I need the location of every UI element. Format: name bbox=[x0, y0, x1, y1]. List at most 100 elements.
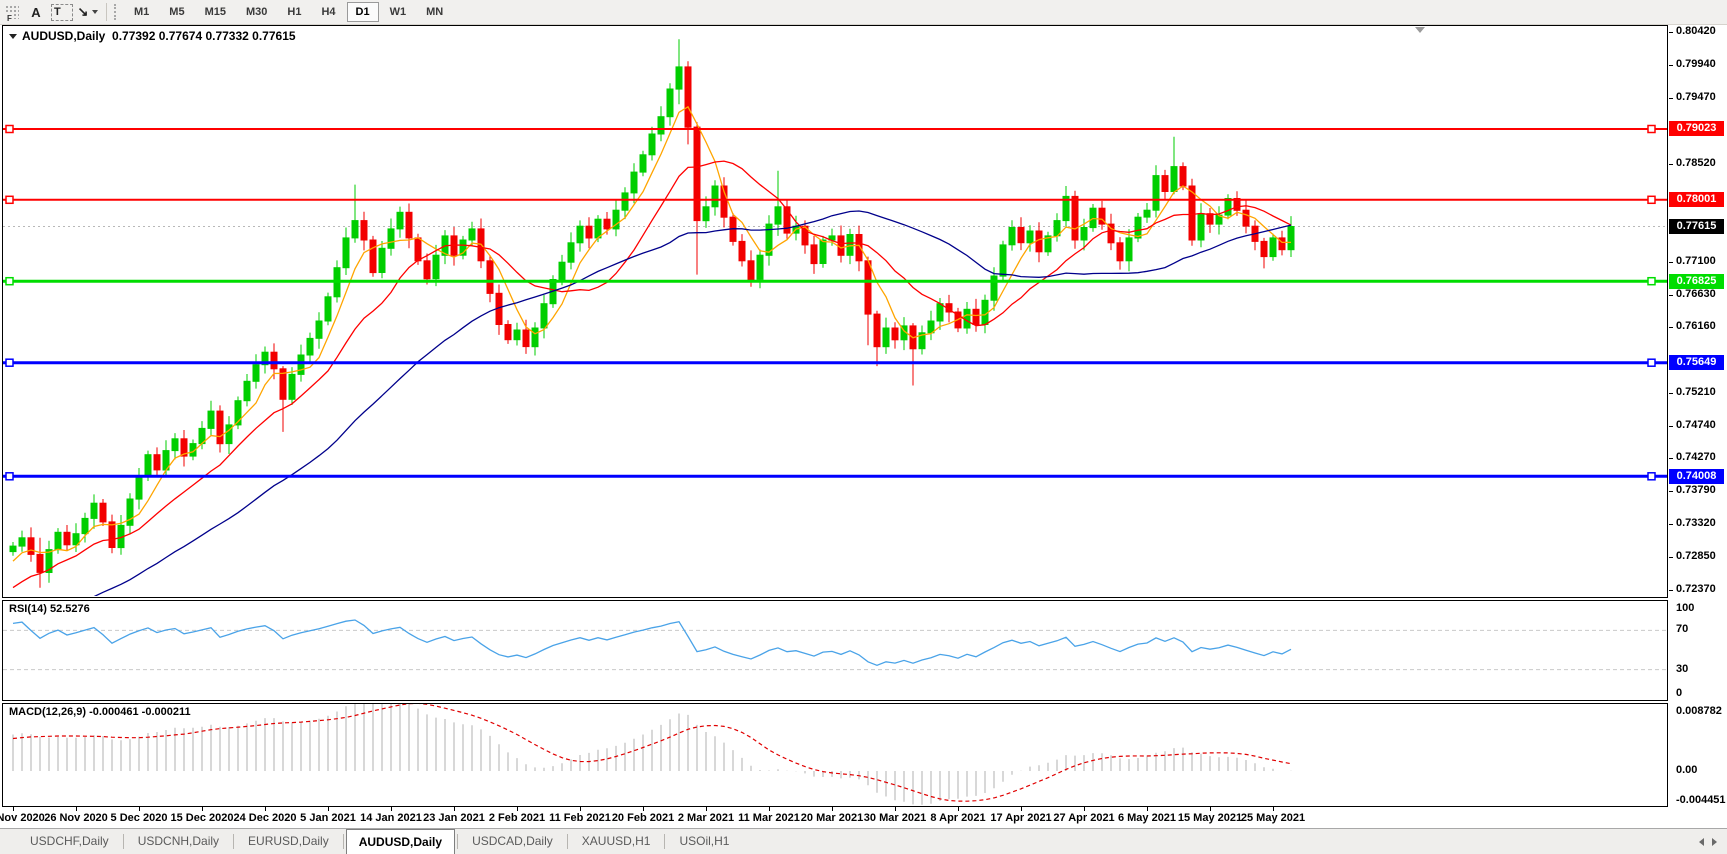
date-label: 15 May 2021 bbox=[1178, 812, 1242, 824]
date-tick-mark bbox=[1147, 807, 1148, 811]
tab-divider bbox=[457, 834, 458, 849]
macd-panel[interactable]: MACD(12,26,9) -0.000461 -0.000211 bbox=[2, 703, 1668, 807]
macd-axis-label: 0.008782 bbox=[1676, 705, 1722, 717]
axis-tick-label: 0.76160 bbox=[1676, 320, 1716, 332]
macd-label: MACD(12,26,9) -0.000461 -0.000211 bbox=[9, 706, 191, 718]
chart-tab-usdcnh[interactable]: USDCNH,Daily bbox=[126, 829, 231, 854]
axis-tick-mark bbox=[1669, 98, 1673, 99]
axis-tick-mark bbox=[1669, 65, 1673, 66]
axis-tick-label: 0.74740 bbox=[1676, 419, 1716, 431]
axis-tick-mark bbox=[1669, 426, 1673, 427]
tabs-scroll-right-icon[interactable] bbox=[1712, 838, 1717, 846]
axis-tick-mark bbox=[1669, 557, 1673, 558]
date-label: 30 Mar 2021 bbox=[864, 812, 926, 824]
macd-chart[interactable] bbox=[3, 704, 1667, 805]
date-tick-mark bbox=[832, 807, 833, 811]
toolbar: FAT↘ M1M5M15M30H1H4D1W1MN bbox=[0, 0, 1727, 25]
dropdown-caret-icon[interactable] bbox=[92, 10, 98, 14]
chart-ohlc-values: 0.77392 0.77674 0.77332 0.77615 bbox=[112, 29, 296, 43]
date-label: 26 Nov 2020 bbox=[44, 812, 108, 824]
arrow-objects-icon[interactable]: ↘ bbox=[76, 2, 100, 22]
timeframe-button-d1[interactable]: D1 bbox=[347, 2, 379, 22]
axis-tick-label: 0.72850 bbox=[1676, 550, 1716, 562]
axis-tick-label: 0.74270 bbox=[1676, 451, 1716, 463]
axis-tick-mark bbox=[1669, 164, 1673, 165]
date-label: 5 Dec 2020 bbox=[111, 812, 168, 824]
rsi-panel[interactable]: RSI(14) 52.5276 bbox=[2, 600, 1668, 701]
text-label-icon[interactable]: T bbox=[50, 2, 74, 22]
date-label: 17 Apr 2021 bbox=[990, 812, 1051, 824]
chart-tab-usdcad[interactable]: USDCAD,Daily bbox=[460, 829, 565, 854]
axis-tick-label: 0.73790 bbox=[1676, 484, 1716, 496]
date-label: 24 Dec 2020 bbox=[234, 812, 297, 824]
rsi-chart[interactable] bbox=[3, 601, 1667, 699]
date-tick-mark bbox=[202, 807, 203, 811]
date-label: 20 Feb 2021 bbox=[612, 812, 674, 824]
timeframe-button-h1[interactable]: H1 bbox=[278, 2, 310, 22]
chart-title: AUDUSD,Daily 0.77392 0.77674 0.77332 0.7… bbox=[9, 29, 296, 43]
axis-tick-label: 0.77100 bbox=[1676, 255, 1716, 267]
date-label: 17 Nov 2020 bbox=[0, 812, 45, 824]
axis-tick-label: 0.79470 bbox=[1676, 91, 1716, 103]
date-tick-mark bbox=[1021, 807, 1022, 811]
price-axis[interactable]: 0.804200.799400.794700.785200.771000.766… bbox=[1669, 25, 1727, 807]
date-label: 11 Feb 2021 bbox=[549, 812, 611, 824]
timeframe-button-m30[interactable]: M30 bbox=[237, 2, 276, 22]
text-icon[interactable]: A bbox=[24, 2, 48, 22]
chart-tab-usdchf[interactable]: USDCHF,Daily bbox=[18, 829, 121, 854]
axis-tick-label: 0.75210 bbox=[1676, 386, 1716, 398]
date-tick-mark bbox=[76, 807, 77, 811]
level-price-badge: 0.74008 bbox=[1669, 469, 1724, 484]
axis-tick-mark bbox=[1669, 32, 1673, 33]
chart-tab-usoil[interactable]: USOil,H1 bbox=[667, 829, 741, 854]
level-price-badge: 0.76825 bbox=[1669, 274, 1724, 289]
toolbar-drag-handle-icon[interactable]: F bbox=[5, 5, 19, 19]
chart-symbol: AUDUSD,Daily bbox=[22, 29, 105, 43]
tab-divider bbox=[664, 834, 665, 849]
date-label: 11 Mar 2021 bbox=[738, 812, 800, 824]
tab-divider bbox=[123, 834, 124, 849]
timeframe-button-m15[interactable]: M15 bbox=[196, 2, 235, 22]
date-tick-mark bbox=[391, 807, 392, 811]
rsi-axis-label: 30 bbox=[1676, 663, 1688, 675]
date-tick-mark bbox=[139, 807, 140, 811]
macd-axis-label: 0.00 bbox=[1676, 764, 1697, 776]
symbol-dropdown-icon[interactable] bbox=[9, 34, 17, 39]
date-label: 14 Jan 2021 bbox=[360, 812, 422, 824]
date-tick-mark bbox=[265, 807, 266, 811]
toolbar-drag-handle[interactable] bbox=[114, 4, 119, 20]
axis-tick-label: 0.78520 bbox=[1676, 157, 1716, 169]
axis-tick-label: 0.79940 bbox=[1676, 58, 1716, 70]
date-tick-mark bbox=[328, 807, 329, 811]
chart-tabs-bar: USDCHF,DailyUSDCNH,DailyEURUSD,DailyAUDU… bbox=[0, 828, 1727, 854]
date-label: 2 Feb 2021 bbox=[489, 812, 545, 824]
tab-divider bbox=[233, 834, 234, 849]
timeframe-button-m5[interactable]: M5 bbox=[160, 2, 193, 22]
chart-tab-eurusd[interactable]: EURUSD,Daily bbox=[236, 829, 341, 854]
date-label: 27 Apr 2021 bbox=[1053, 812, 1114, 824]
macd-axis-label: -0.004451 bbox=[1676, 794, 1726, 806]
date-label: 23 Jan 2021 bbox=[423, 812, 485, 824]
level-price-badge: 0.75649 bbox=[1669, 355, 1724, 370]
date-label: 25 May 2021 bbox=[1241, 812, 1305, 824]
chart-tab-audusd[interactable]: AUDUSD,Daily bbox=[346, 829, 455, 854]
timeframe-button-mn[interactable]: MN bbox=[417, 2, 452, 22]
timeframe-button-h4[interactable]: H4 bbox=[312, 2, 344, 22]
axis-tick-label: 0.73320 bbox=[1676, 517, 1716, 529]
date-axis[interactable]: 17 Nov 202026 Nov 20205 Dec 202015 Dec 2… bbox=[0, 807, 1727, 828]
current-price-badge: 0.77615 bbox=[1669, 219, 1724, 234]
mt4-window: FAT↘ M1M5M15M30H1H4D1W1MN AUDUSD,Daily 0.… bbox=[0, 0, 1727, 854]
timeframe-button-m1[interactable]: M1 bbox=[125, 2, 158, 22]
date-tick-mark bbox=[454, 807, 455, 811]
rsi-axis-label: 70 bbox=[1676, 623, 1688, 635]
main-chart-panel[interactable]: AUDUSD,Daily 0.77392 0.77674 0.77332 0.7… bbox=[2, 25, 1668, 598]
tabs-scroll-left-icon[interactable] bbox=[1699, 838, 1704, 846]
candlestick-chart[interactable] bbox=[3, 26, 1667, 596]
date-tick-mark bbox=[1273, 807, 1274, 811]
chart-tab-xauusd[interactable]: XAUUSD,H1 bbox=[570, 829, 663, 854]
date-label: 15 Dec 2020 bbox=[171, 812, 234, 824]
tab-scroll-controls bbox=[1699, 829, 1727, 854]
chart-shift-marker[interactable] bbox=[1415, 27, 1425, 33]
timeframe-button-w1[interactable]: W1 bbox=[381, 2, 416, 22]
tab-divider bbox=[343, 834, 344, 849]
